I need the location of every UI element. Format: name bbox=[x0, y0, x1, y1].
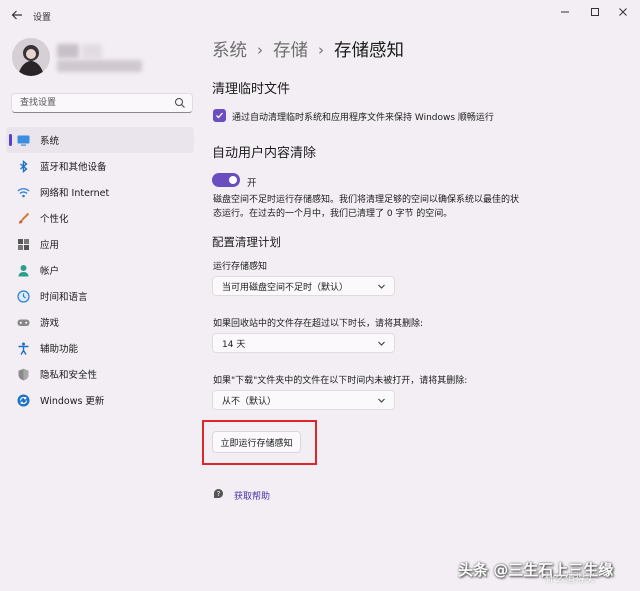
sidebar-item-label: 网络和 Internet bbox=[40, 185, 109, 199]
close-icon[interactable] bbox=[608, 3, 638, 21]
sidebar-item-label: 系统 bbox=[40, 133, 59, 147]
recycle-bin-label: 如果回收站中的文件存在超过以下时长，请将其删除: bbox=[213, 316, 423, 329]
recycle-bin-dropdown[interactable]: 14 天 bbox=[212, 333, 395, 353]
chevron-down-icon bbox=[377, 339, 386, 348]
monitor-icon bbox=[17, 134, 30, 147]
search-box[interactable] bbox=[11, 93, 193, 113]
chevron-down-icon bbox=[377, 396, 386, 405]
dropdown-value: 当可用磁盘空间不足时（默认） bbox=[222, 280, 348, 293]
run-storage-sense-dropdown[interactable]: 当可用磁盘空间不足时（默认） bbox=[212, 276, 395, 296]
breadcrumb-separator: › bbox=[318, 41, 324, 59]
sidebar-item-apps[interactable]: 应用 bbox=[6, 231, 194, 257]
auto-cleanup-toggle[interactable] bbox=[212, 173, 240, 187]
search-input[interactable] bbox=[12, 94, 162, 112]
checkmark-icon bbox=[215, 111, 224, 120]
temp-files-heading: 清理临时文件 bbox=[212, 78, 290, 97]
breadcrumb-storage[interactable]: 存储 bbox=[273, 37, 308, 62]
breadcrumb-separator: › bbox=[257, 41, 263, 59]
search-icon[interactable] bbox=[174, 97, 186, 109]
breadcrumb: 系统 › 存储 › 存储感知 bbox=[212, 37, 404, 62]
wifi-icon bbox=[17, 186, 30, 199]
brush-icon bbox=[17, 212, 30, 225]
back-arrow-icon[interactable] bbox=[10, 8, 24, 22]
sidebar-item-label: 辅助功能 bbox=[40, 341, 78, 355]
gamepad-icon bbox=[17, 316, 30, 329]
accessibility-icon bbox=[17, 342, 30, 355]
schedule-heading: 配置清理计划 bbox=[212, 234, 281, 250]
sidebar-item-label: 个性化 bbox=[40, 211, 69, 225]
blurred-email bbox=[57, 60, 142, 72]
svg-text:?: ? bbox=[217, 490, 221, 498]
sidebar-item-privacy[interactable]: 隐私和安全性 bbox=[6, 361, 194, 387]
app-title: 设置 bbox=[33, 10, 51, 23]
downloads-label: 如果"下载"文件夹中的文件在以下时间内未被打开，请将其删除: bbox=[213, 373, 467, 386]
sidebar-item-system[interactable]: 系统 bbox=[6, 127, 194, 153]
dropdown-value: 14 天 bbox=[222, 337, 245, 350]
sidebar-item-label: 应用 bbox=[40, 237, 59, 251]
sidebar-item-bluetooth[interactable]: 蓝牙和其他设备 bbox=[6, 153, 194, 179]
maximize-icon[interactable] bbox=[580, 3, 610, 21]
auto-cleanup-heading: 自动用户内容清除 bbox=[212, 142, 316, 161]
temp-files-checkbox-label: 通过自动清理临时系统和应用程序文件来保持 Windows 顺畅运行 bbox=[232, 110, 494, 123]
sidebar-item-label: 时间和语言 bbox=[40, 289, 88, 303]
active-indicator bbox=[9, 134, 12, 146]
update-icon bbox=[17, 394, 30, 407]
watermark-secondary: 什么值得买 bbox=[545, 570, 595, 585]
blurred-username-part bbox=[82, 44, 102, 58]
sidebar-item-time-language[interactable]: 时间和语言 bbox=[6, 283, 194, 309]
dropdown-value: 从不（默认） bbox=[222, 394, 276, 407]
sidebar-item-label: 蓝牙和其他设备 bbox=[40, 159, 107, 173]
sidebar-item-accessibility[interactable]: 辅助功能 bbox=[6, 335, 194, 361]
person-icon bbox=[17, 264, 30, 277]
blurred-username bbox=[57, 44, 79, 58]
sidebar-item-label: 游戏 bbox=[40, 315, 59, 329]
sidebar-item-personalization[interactable]: 个性化 bbox=[6, 205, 194, 231]
toggle-state-label: 开 bbox=[247, 175, 257, 189]
temp-files-checkbox[interactable] bbox=[213, 109, 226, 122]
sidebar-item-accounts[interactable]: 帐户 bbox=[6, 257, 194, 283]
breadcrumb-system[interactable]: 系统 bbox=[212, 37, 247, 62]
apps-icon bbox=[17, 238, 30, 251]
sidebar-nav: 系统 蓝牙和其他设备 网络和 Internet 个性化 应用 帐户 时间和语 bbox=[6, 127, 194, 413]
sidebar-item-label: 帐户 bbox=[40, 263, 59, 277]
sidebar-item-label: Windows 更新 bbox=[40, 393, 104, 407]
run-storage-sense-label: 运行存储感知 bbox=[213, 259, 267, 272]
page-title: 存储感知 bbox=[334, 37, 404, 62]
bluetooth-icon bbox=[17, 160, 30, 173]
downloads-dropdown[interactable]: 从不（默认） bbox=[212, 390, 395, 410]
get-help-link[interactable]: 获取帮助 bbox=[234, 489, 270, 502]
chevron-down-icon bbox=[377, 282, 386, 291]
sidebar-item-windows-update[interactable]: Windows 更新 bbox=[6, 387, 194, 413]
sidebar-item-gaming[interactable]: 游戏 bbox=[6, 309, 194, 335]
sidebar-item-network[interactable]: 网络和 Internet bbox=[6, 179, 194, 205]
avatar[interactable] bbox=[12, 38, 50, 76]
minimize-icon[interactable] bbox=[550, 3, 580, 21]
sidebar-item-label: 隐私和安全性 bbox=[40, 367, 97, 381]
title-bar: 设置 bbox=[0, 0, 640, 32]
globe-clock-icon bbox=[17, 290, 30, 303]
shield-icon bbox=[17, 368, 30, 381]
auto-cleanup-description: 磁盘空间不足时运行存储感知。我们将清理足够的空间以确保系统以最佳的状态运行。在过… bbox=[213, 194, 523, 221]
toggle-knob bbox=[229, 176, 237, 184]
run-storage-sense-now-button[interactable]: 立即运行存储感知 bbox=[212, 431, 301, 453]
help-icon[interactable]: ? bbox=[213, 488, 225, 500]
